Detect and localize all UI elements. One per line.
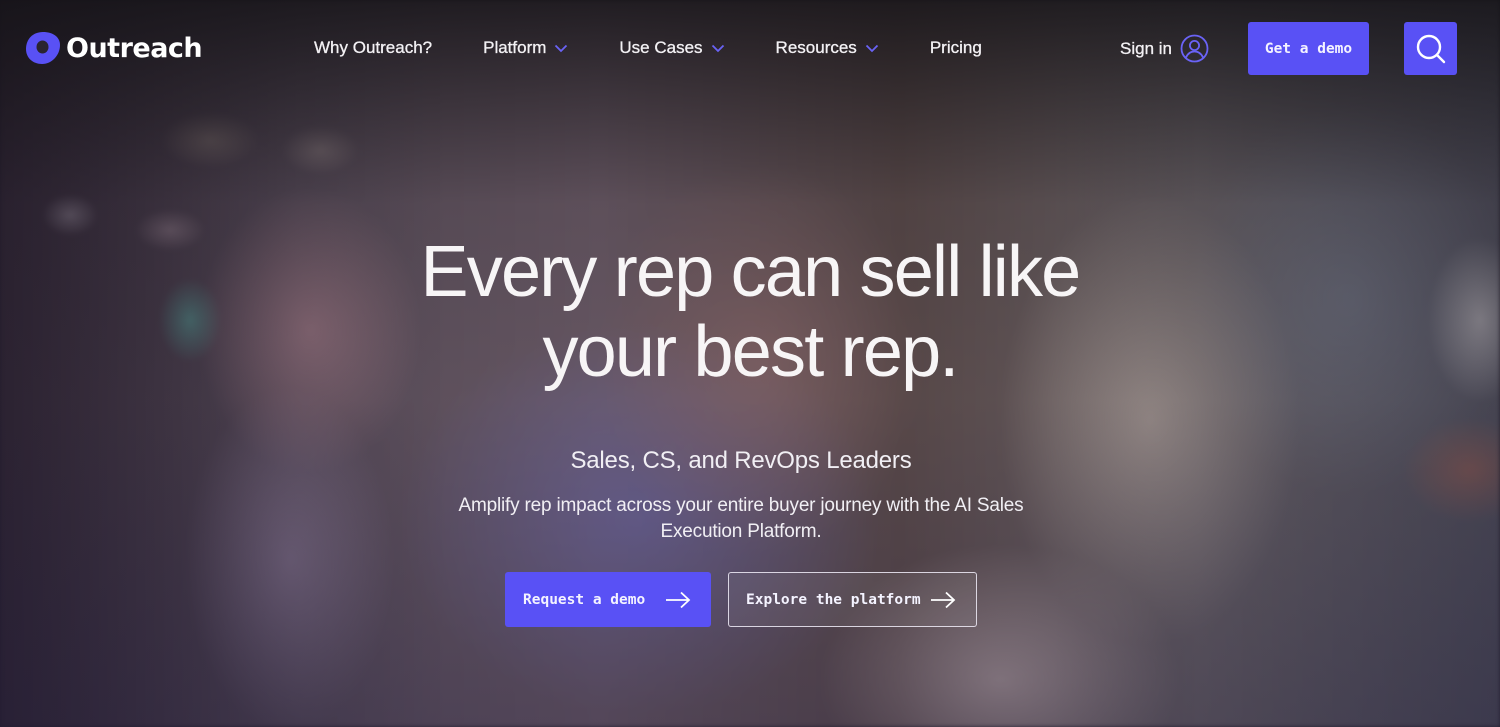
hero-cta-group: Request a demo Explore the platform — [505, 572, 977, 627]
nav-item-why-outreach[interactable]: Why Outreach? — [314, 38, 432, 58]
search-button[interactable] — [1404, 22, 1457, 75]
request-demo-button[interactable]: Request a demo — [505, 572, 711, 627]
nav-item-platform[interactable]: Platform — [483, 38, 568, 58]
explore-platform-button[interactable]: Explore the platform — [728, 572, 977, 627]
nav-label: Pricing — [929, 38, 982, 57]
site-header: Outreach Why Outreach? Platform Use Case… — [0, 0, 1500, 100]
sign-in-label: Sign in — [1120, 38, 1172, 58]
chevron-down-icon — [865, 44, 878, 52]
main-nav: Why Outreach? Platform Use Cases Resourc… — [314, 38, 982, 58]
hero-title-line-2: your best rep. — [542, 312, 959, 392]
nav-item-pricing[interactable]: Pricing — [930, 38, 982, 58]
search-icon — [1416, 34, 1445, 63]
outreach-logo[interactable]: Outreach — [25, 31, 203, 65]
nav-label: Use Cases — [619, 38, 703, 57]
hero-subtitle: Amplify rep impact across your entire bu… — [458, 495, 1024, 542]
hero-title-line-1: Every rep can sell like — [420, 232, 1082, 312]
get-demo-button[interactable]: Get a demo — [1248, 22, 1369, 75]
hero-title: Every rep can sell like your best rep. — [0, 232, 1500, 392]
request-demo-label: Request a demo — [523, 591, 646, 608]
hero-kicker: Sales, CS, and RevOps Leaders — [570, 447, 912, 474]
chevron-down-icon — [711, 44, 724, 52]
nav-label: Why Outreach? — [314, 38, 433, 57]
arrow-right-icon — [931, 591, 956, 608]
nav-label: Resources — [775, 38, 857, 57]
chevron-down-icon — [555, 44, 568, 52]
user-circle-icon — [1180, 34, 1209, 63]
explore-platform-label: Explore the platform — [746, 591, 921, 608]
arrow-right-icon — [666, 591, 691, 608]
nav-label: Platform — [483, 38, 547, 57]
nav-item-use-cases[interactable]: Use Cases — [619, 38, 724, 58]
sign-in-link[interactable]: Sign in — [1120, 34, 1209, 63]
nav-item-resources[interactable]: Resources — [775, 38, 879, 58]
outreach-logo-mark-icon — [26, 32, 60, 64]
logo-text: Outreach — [66, 32, 203, 64]
